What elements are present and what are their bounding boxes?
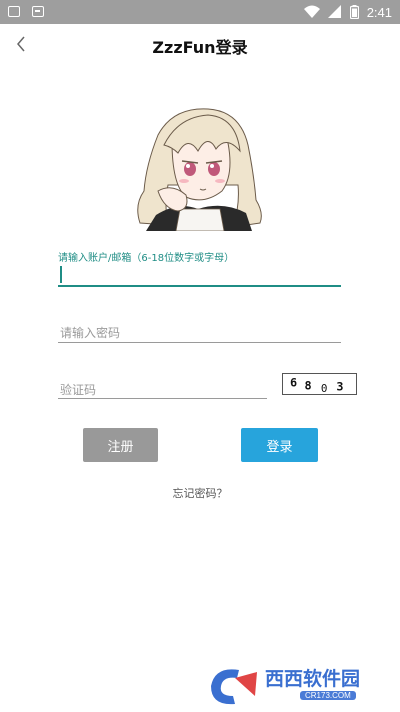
captcha-char: 3 [336,379,343,393]
wifi-icon [303,5,320,18]
notification-icon [8,6,20,17]
password-underline [58,342,341,343]
status-bar: 2:41 [0,0,400,24]
captcha-image[interactable]: 6 8 0 3 [282,373,357,395]
battery-icon [349,5,359,19]
login-button[interactable]: 登录 [241,428,318,462]
watermark-url: CR173.COM [300,691,356,700]
captcha-input[interactable]: 验证码 [60,381,96,398]
watermark: 西西软件园 CR173.COM [205,662,400,712]
captcha-char: 0 [321,382,328,395]
account-underline [58,285,341,287]
captcha-char: 8 [305,378,312,392]
password-input[interactable]: 请输入密码 [60,324,120,341]
register-button[interactable]: 注册 [83,428,158,462]
captcha-char: 6 [290,376,297,390]
account-label: 请输入账户/邮箱（6-18位数字或字母） [58,253,235,264]
page-title: ZzzFun登录 [152,38,248,57]
account-input[interactable] [60,266,62,283]
watermark-name: 西西软件园 [265,668,361,690]
sim-icon [32,6,44,17]
avatar-illustration [137,108,262,231]
forgot-password-link[interactable]: 忘记密码？ [0,485,400,501]
app-bar: ZzzFun登录 [0,24,400,64]
signal-icon [327,5,341,18]
status-right-group: 2:41 [303,3,392,21]
watermark-logo-icon [211,669,257,705]
clock: 2:41 [366,4,392,20]
captcha-underline [58,398,267,399]
